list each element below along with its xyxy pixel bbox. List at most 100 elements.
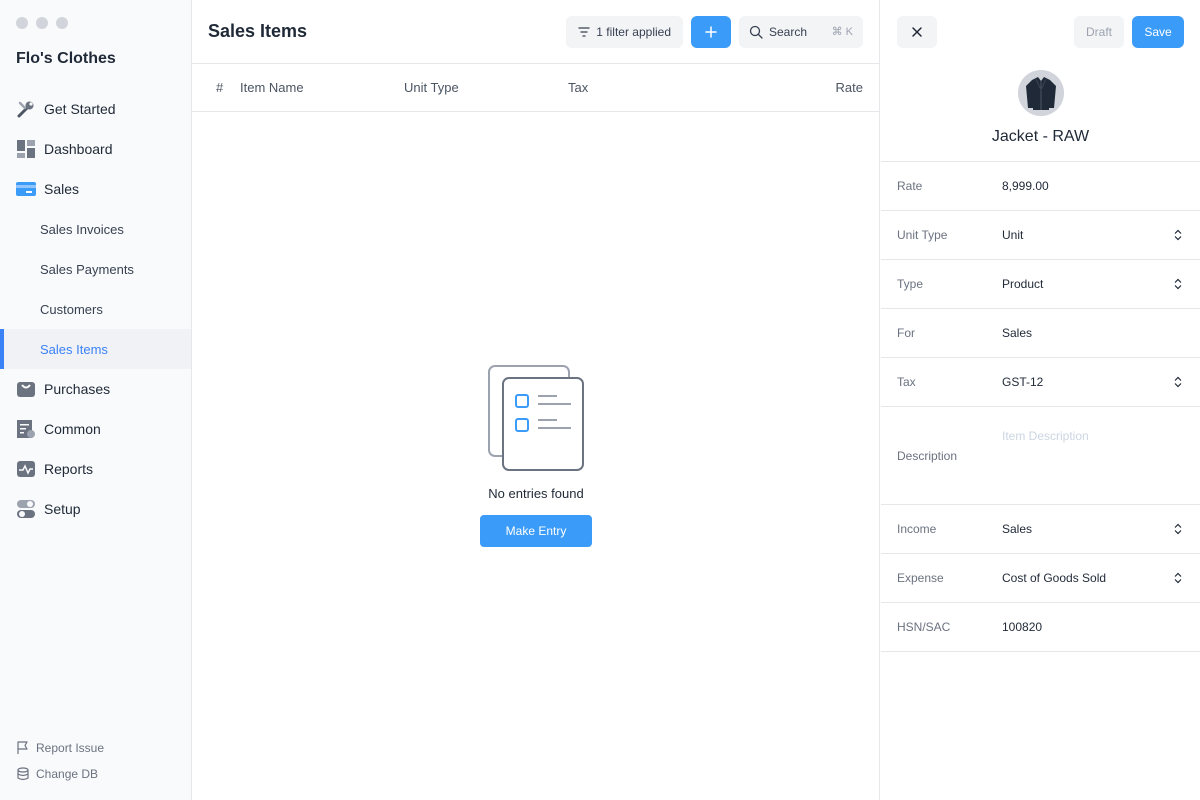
for-value[interactable]: Sales	[1002, 326, 1184, 340]
field-label: HSN/SAC	[897, 620, 951, 634]
column-header-rate: Rate	[835, 80, 863, 95]
sidebar-subitem-customers[interactable]: Customers	[0, 289, 191, 329]
field-label: Description	[897, 448, 958, 463]
status-badge: Draft	[1073, 16, 1124, 48]
report-issue-label: Report Issue	[36, 741, 105, 755]
window-controls	[16, 17, 68, 29]
field-description[interactable]: Description Item Description	[881, 407, 1200, 505]
panel-header: Draft Save	[881, 0, 1200, 64]
item-header: Jacket - RAW	[881, 64, 1200, 162]
sidebar-item-common[interactable]: Common	[0, 409, 191, 449]
field-income[interactable]: Income Sales	[881, 505, 1200, 554]
income-select[interactable]: Sales	[1002, 522, 1184, 536]
filter-label: 1 filter applied	[596, 24, 671, 39]
empty-state: No entries found Make Entry	[192, 364, 880, 547]
rate-input[interactable]: 8,999.00	[1002, 179, 1184, 193]
select-chevron-icon	[1174, 572, 1182, 584]
type-select[interactable]: Product	[1002, 277, 1184, 291]
unit-type-select[interactable]: Unit	[1002, 228, 1184, 242]
field-unit-type[interactable]: Unit Type Unit	[881, 211, 1200, 260]
sidebar-item-reports[interactable]: Reports	[0, 449, 191, 489]
sidebar-item-label: Sales	[44, 181, 80, 197]
field-label: Unit Type	[897, 228, 948, 242]
page-title: Sales Items	[208, 21, 308, 41]
table-header: # Item Name Unit Type Tax Rate	[192, 64, 879, 112]
main-content: Sales Items 1 filter applied Search ⌘ K …	[192, 0, 880, 800]
sales-card-icon	[16, 179, 36, 199]
column-header-tax: Tax	[568, 80, 589, 95]
field-expense[interactable]: Expense Cost of Goods Sold	[881, 554, 1200, 603]
sidebar-item-get-started[interactable]: Get Started	[0, 89, 191, 129]
field-label: Rate	[897, 179, 923, 193]
search-icon	[749, 25, 763, 39]
company-name: Flo's Clothes	[16, 50, 116, 67]
expense-select[interactable]: Cost of Goods Sold	[1002, 571, 1184, 585]
field-tax[interactable]: Tax GST-12	[881, 358, 1200, 407]
flag-icon	[17, 741, 28, 754]
toggle-icon	[16, 499, 36, 519]
wrench-icon	[16, 99, 36, 119]
plus-icon	[705, 25, 717, 38]
hsn-sac-input[interactable]: 100820	[1002, 620, 1184, 634]
select-chevron-icon	[1174, 278, 1182, 290]
sidebar-subitem-sales-payments[interactable]: Sales Payments	[0, 249, 191, 289]
save-button[interactable]: Save	[1132, 16, 1184, 48]
sidebar-subitem-sales-items[interactable]: Sales Items	[0, 329, 191, 369]
field-label: Expense	[897, 571, 944, 585]
search-shortcut: ⌘ K	[831, 26, 853, 38]
dashboard-icon	[16, 139, 36, 159]
reports-icon	[16, 459, 36, 479]
filter-icon	[578, 26, 590, 37]
sidebar-item-label: Dashboard	[44, 141, 113, 157]
description-textarea[interactable]: Item Description	[1002, 429, 1184, 443]
field-hsn-sac[interactable]: HSN/SAC 100820	[881, 603, 1200, 652]
change-db-label: Change DB	[36, 767, 99, 781]
search-label: Search	[769, 24, 808, 39]
sidebar-item-setup[interactable]: Setup	[0, 489, 191, 529]
field-type[interactable]: Type Product	[881, 260, 1200, 309]
add-item-button[interactable]	[691, 15, 731, 48]
sidebar-item-label: Common	[44, 421, 101, 437]
common-doc-icon	[16, 419, 36, 439]
column-header-index: #	[216, 80, 224, 95]
sidebar-item-sales[interactable]: Sales	[0, 169, 191, 209]
sidebar-item-label: Reports	[44, 461, 94, 477]
shopping-bag-icon	[16, 379, 36, 399]
item-image[interactable]	[1017, 70, 1064, 116]
item-title: Jacket - RAW	[991, 128, 1090, 145]
filter-button[interactable]: 1 filter applied	[566, 15, 683, 48]
change-db-link[interactable]: Change DB	[16, 766, 104, 782]
minimize-window-button[interactable]	[36, 17, 48, 29]
select-chevron-icon	[1174, 376, 1182, 388]
sidebar-subitem-sales-invoices[interactable]: Sales Invoices	[0, 209, 191, 249]
empty-list-icon	[488, 365, 584, 471]
field-rate[interactable]: Rate 8,999.00	[881, 162, 1200, 211]
close-panel-button[interactable]	[897, 16, 937, 48]
search-button[interactable]: Search ⌘ K	[739, 15, 863, 48]
sidebar-item-label: Purchases	[44, 381, 111, 397]
report-issue-link[interactable]: Report Issue	[16, 740, 104, 756]
field-for[interactable]: For Sales	[881, 309, 1200, 358]
select-chevron-icon	[1174, 229, 1182, 241]
column-header-unit-type: Unit Type	[404, 80, 459, 95]
close-icon	[912, 27, 922, 37]
tax-select[interactable]: GST-12	[1002, 375, 1184, 389]
make-entry-button[interactable]: Make Entry	[480, 515, 592, 547]
select-chevron-icon	[1174, 523, 1182, 535]
field-label: Tax	[897, 375, 916, 389]
sidebar-item-label: Get Started	[44, 101, 116, 117]
maximize-window-button[interactable]	[56, 17, 68, 29]
database-icon	[17, 767, 29, 781]
sidebar-footer: Report Issue Change DB	[16, 740, 104, 792]
sidebar-nav: Get Started Dashboard Sales Sales Invoic…	[0, 89, 191, 529]
sidebar-item-dashboard[interactable]: Dashboard	[0, 129, 191, 169]
empty-state-text: No entries found	[488, 486, 584, 501]
field-label: For	[897, 326, 915, 340]
sidebar-item-purchases[interactable]: Purchases	[0, 369, 191, 409]
main-header: Sales Items 1 filter applied Search ⌘ K	[192, 0, 879, 64]
close-window-button[interactable]	[16, 17, 28, 29]
sidebar-item-label: Setup	[44, 501, 81, 517]
item-detail-panel: Draft Save Jacket - RAW Rate 8,999.00 Un…	[881, 0, 1200, 800]
column-header-item-name: Item Name	[240, 80, 304, 95]
sidebar: Flo's Clothes Get Started Dashboard Sale…	[0, 0, 192, 800]
